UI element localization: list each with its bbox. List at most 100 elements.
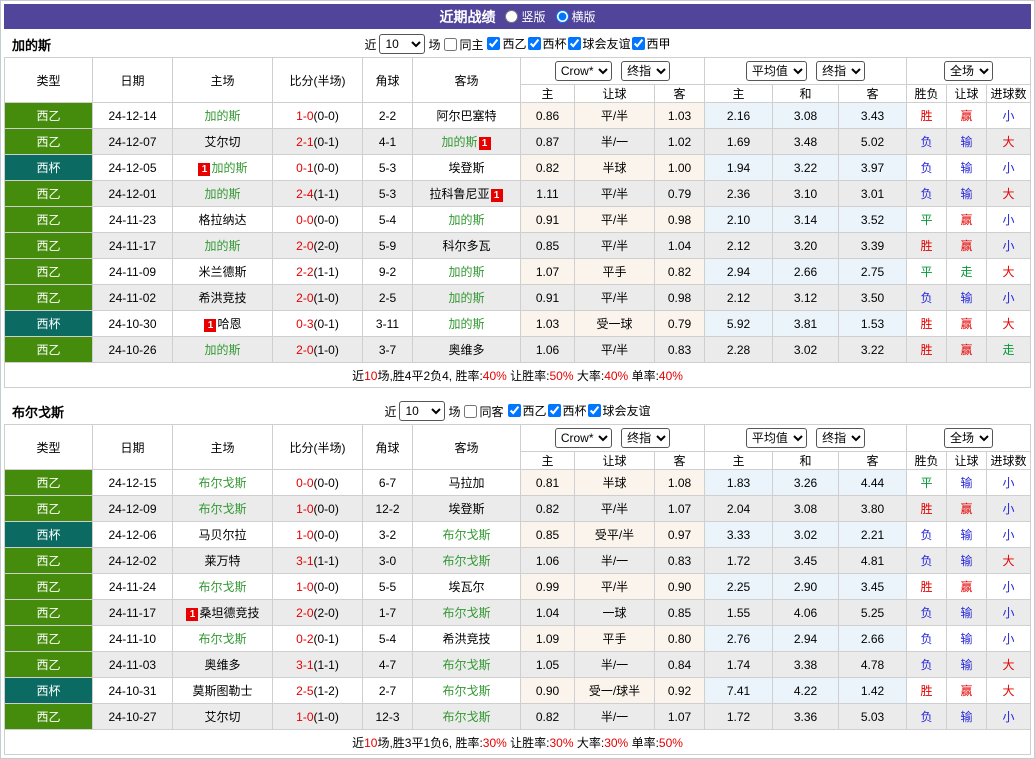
- home-team-link[interactable]: 布尔戈斯: [198, 632, 246, 646]
- avg-away-odds: 3.22: [837, 336, 908, 363]
- home-team-link[interactable]: 加的斯: [204, 187, 240, 201]
- match-row: 西乙 24-12-01 加的斯 2-4(1-1) 5-3 拉科鲁尼亚 1 1.11 平/半 0.7…: [4, 180, 1031, 207]
- home-team-link[interactable]: 桑坦德竞技: [199, 606, 259, 620]
- asian-final-select[interactable]: 终指: [621, 61, 671, 81]
- away-team-link[interactable]: 布尔戈斯: [442, 710, 490, 724]
- average-select[interactable]: 平均值: [745, 428, 807, 448]
- same-venue-checkbox[interactable]: [464, 404, 478, 418]
- league-filter[interactable]: 西甲: [631, 35, 671, 52]
- away-team-link[interactable]: 埃瓦尔: [448, 580, 484, 594]
- league-checkbox[interactable]: [547, 404, 561, 417]
- league-checkbox[interactable]: [567, 37, 581, 50]
- ah-away-odds: 0.92: [654, 677, 705, 704]
- corners-cell: 4-1: [362, 128, 413, 155]
- home-team-link[interactable]: 莱万特: [204, 554, 240, 568]
- away-team-link[interactable]: 科尔多瓦: [442, 239, 490, 253]
- home-team-link[interactable]: 艾尔切: [204, 135, 240, 149]
- match-row: 西乙 24-12-02 莱万特 3-1(1-1) 3-0 布尔戈斯 1.06 半/一 0.83 1…: [4, 547, 1031, 574]
- home-team-link[interactable]: 布尔戈斯: [198, 502, 246, 516]
- filter-bar: 布尔戈斯 近 10 场 同客 西乙 西杯 球会友谊: [4, 398, 1031, 424]
- home-team-link[interactable]: 加的斯: [204, 343, 240, 357]
- away-team-link[interactable]: 马拉加: [448, 476, 484, 490]
- halftime-score: (1-1): [313, 186, 339, 201]
- league-cell: 西乙: [4, 703, 93, 730]
- away-team-link[interactable]: 阿尔巴塞特: [436, 109, 496, 123]
- away-team-link[interactable]: 布尔戈斯: [442, 606, 490, 620]
- same-venue-checkbox[interactable]: [444, 37, 458, 51]
- asian-odds-header: Crow* 终指: [520, 57, 705, 85]
- average-select[interactable]: 平均值: [745, 61, 807, 81]
- layout-vertical-option[interactable]: 竖版: [505, 8, 546, 25]
- ah-line: 平/半: [574, 284, 655, 311]
- ah-home-odds: 0.81: [520, 469, 575, 496]
- avg-away-odds: 4.81: [837, 547, 908, 574]
- recent-label-prefix: 近: [384, 404, 397, 419]
- away-team-link[interactable]: 加的斯: [448, 265, 484, 279]
- home-team-link[interactable]: 加的斯: [204, 239, 240, 253]
- home-team-link[interactable]: 莫斯图勒士: [192, 684, 252, 698]
- home-team-link[interactable]: 布尔戈斯: [198, 476, 246, 490]
- avg-home-odds: 2.12: [704, 232, 773, 259]
- league-checkbox[interactable]: [631, 37, 645, 50]
- away-team-link[interactable]: 加的斯: [441, 135, 477, 149]
- halftime-score: (0-0): [313, 108, 339, 123]
- league-cell: 西乙: [4, 284, 93, 311]
- league-filter[interactable]: 西乙: [507, 402, 547, 419]
- home-team-link[interactable]: 布尔戈斯: [198, 580, 246, 594]
- away-team-link[interactable]: 奥维多: [448, 343, 484, 357]
- score-cell: 1-0(0-0): [272, 573, 363, 600]
- bookmaker-select[interactable]: Crow*: [554, 61, 612, 81]
- euro-final-select[interactable]: 终指: [816, 61, 866, 81]
- bookmaker-select[interactable]: Crow*: [554, 428, 612, 448]
- away-team-link[interactable]: 加的斯: [448, 291, 484, 305]
- league-filter[interactable]: 西乙: [486, 35, 527, 52]
- fulltime-select[interactable]: 全场: [944, 61, 993, 81]
- ah-home-odds: 1.06: [520, 336, 575, 363]
- date-cell: 24-12-14: [92, 102, 173, 129]
- away-team-link[interactable]: 布尔戈斯: [442, 658, 490, 672]
- away-team-link[interactable]: 加的斯: [448, 213, 484, 227]
- ah-line: 半/一: [574, 128, 655, 155]
- euro-final-select[interactable]: 终指: [816, 428, 866, 448]
- vertical-radio[interactable]: [505, 10, 519, 23]
- recent-label-suffix: 场: [428, 37, 441, 52]
- league-filter[interactable]: 球会友谊: [587, 402, 651, 419]
- league-checkbox[interactable]: [527, 37, 541, 50]
- league-filter[interactable]: 西杯: [547, 402, 587, 419]
- league-checkbox[interactable]: [507, 404, 521, 417]
- same-venue-filter[interactable]: 同客: [463, 403, 504, 420]
- home-team-link[interactable]: 艾尔切: [204, 710, 240, 724]
- fulltime-select[interactable]: 全场: [944, 428, 993, 448]
- home-team-link[interactable]: 奥维多: [204, 658, 240, 672]
- away-team-link[interactable]: 布尔戈斯: [442, 528, 490, 542]
- away-team-link[interactable]: 布尔戈斯: [442, 554, 490, 568]
- league-filter[interactable]: 西杯: [527, 35, 567, 52]
- away-team-link[interactable]: 拉科鲁尼亚: [429, 187, 489, 201]
- away-team-link[interactable]: 埃登斯: [448, 502, 484, 516]
- away-team-link[interactable]: 希洪竞技: [442, 632, 490, 646]
- home-team-cell: 米兰德斯: [172, 258, 273, 285]
- home-team-link[interactable]: 米兰德斯: [198, 265, 246, 279]
- away-team-link[interactable]: 布尔戈斯: [442, 684, 490, 698]
- home-team-link[interactable]: 希洪竞技: [198, 291, 246, 305]
- league-filter[interactable]: 球会友谊: [567, 35, 631, 52]
- away-team-link[interactable]: 埃登斯: [448, 161, 484, 175]
- league-checkbox[interactable]: [587, 404, 601, 417]
- home-team-link[interactable]: 加的斯: [204, 109, 240, 123]
- home-team-link[interactable]: 哈恩: [217, 317, 241, 331]
- home-team-link[interactable]: 马贝尔拉: [198, 528, 246, 542]
- ah-line: 受平/半: [574, 521, 655, 548]
- asian-final-select[interactable]: 终指: [621, 428, 671, 448]
- league-checkbox[interactable]: [487, 37, 501, 50]
- home-team-link[interactable]: 加的斯: [211, 161, 247, 175]
- same-venue-filter[interactable]: 同主: [443, 36, 483, 53]
- layout-horizontal-option[interactable]: 横版: [555, 8, 596, 25]
- away-team-link[interactable]: 加的斯: [448, 317, 484, 331]
- recent-count-select[interactable]: 10: [399, 401, 446, 421]
- horizontal-radio[interactable]: [555, 10, 569, 23]
- match-row: 西乙 24-12-15 布尔戈斯 0-0(0-0) 6-7 马拉加 0.81 半球 1.08 1.…: [4, 469, 1031, 496]
- recent-count-select[interactable]: 10: [379, 34, 426, 54]
- avg-home-odds: 2.25: [704, 573, 773, 600]
- corners-cell: 5-5: [362, 573, 413, 600]
- home-team-link[interactable]: 格拉纳达: [198, 213, 246, 227]
